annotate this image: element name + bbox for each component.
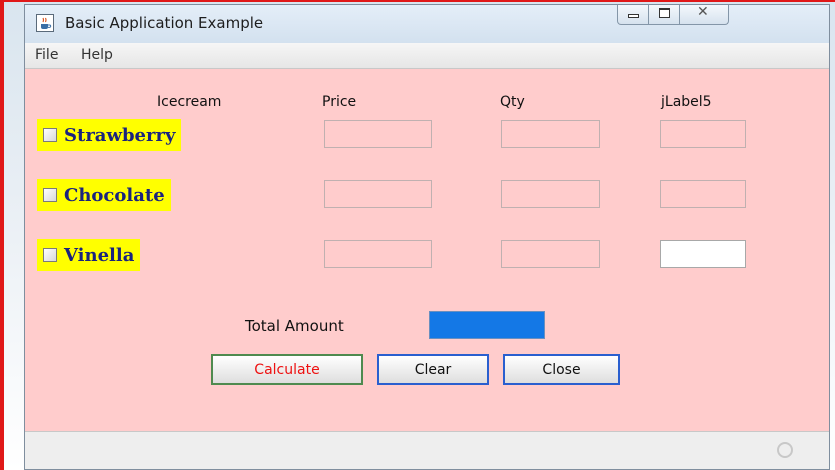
busy-indicator-icon: [777, 442, 793, 458]
vinella-qty-field[interactable]: [501, 240, 600, 268]
column-header-icecream: Icecream: [157, 94, 222, 110]
content-panel: Icecream Price Qty jLabel5 Strawberry Ch…: [25, 69, 829, 431]
total-amount-label: Total Amount: [245, 317, 344, 335]
status-bar: [25, 431, 829, 469]
checkbox-square-icon: [43, 188, 57, 202]
background-red-edge: [0, 0, 4, 470]
maximize-button[interactable]: [648, 5, 680, 25]
window-title: Basic Application Example: [65, 14, 264, 32]
minimize-button[interactable]: [617, 5, 649, 25]
chocolate-jlabel5-field[interactable]: [660, 180, 746, 208]
vinella-checkbox[interactable]: Vinella: [37, 239, 141, 271]
strawberry-price-field[interactable]: [324, 120, 432, 148]
checkbox-square-icon: [43, 248, 57, 262]
column-header-price: Price: [322, 94, 357, 110]
chocolate-price-field[interactable]: [324, 180, 432, 208]
flavor-label: Chocolate: [64, 184, 165, 206]
vinella-price-field[interactable]: [324, 240, 432, 268]
java-cup-icon: [36, 14, 54, 32]
flavor-label: Vinella: [64, 244, 135, 266]
vinella-jlabel5-field[interactable]: [660, 240, 746, 268]
close-window-button[interactable]: ✕: [679, 4, 729, 25]
minimize-icon: [628, 14, 639, 18]
flavor-label: Strawberry: [64, 124, 176, 146]
title-bar[interactable]: Basic Application Example ✕: [25, 4, 829, 43]
total-amount-field[interactable]: [429, 311, 545, 339]
column-header-qty: Qty: [500, 94, 525, 110]
maximize-icon: [659, 8, 670, 18]
strawberry-qty-field[interactable]: [501, 120, 600, 148]
close-icon: ✕: [697, 4, 709, 20]
menu-help[interactable]: Help: [81, 47, 113, 63]
chocolate-checkbox[interactable]: Chocolate: [37, 179, 171, 211]
screen: Basic Application Example ✕ File Help Ic…: [0, 0, 835, 470]
column-header-jlabel5: jLabel5: [661, 94, 712, 110]
background-red-edge-top: [0, 0, 835, 2]
calculate-button[interactable]: Calculate: [211, 354, 363, 385]
clear-button[interactable]: Clear: [377, 354, 489, 385]
chocolate-qty-field[interactable]: [501, 180, 600, 208]
close-button[interactable]: Close: [503, 354, 620, 385]
app-window: Basic Application Example ✕ File Help Ic…: [24, 4, 830, 470]
menu-bar: File Help: [25, 43, 829, 69]
menu-file[interactable]: File: [35, 47, 58, 63]
strawberry-checkbox[interactable]: Strawberry: [37, 119, 182, 151]
checkbox-square-icon: [43, 128, 57, 142]
strawberry-jlabel5-field[interactable]: [660, 120, 746, 148]
